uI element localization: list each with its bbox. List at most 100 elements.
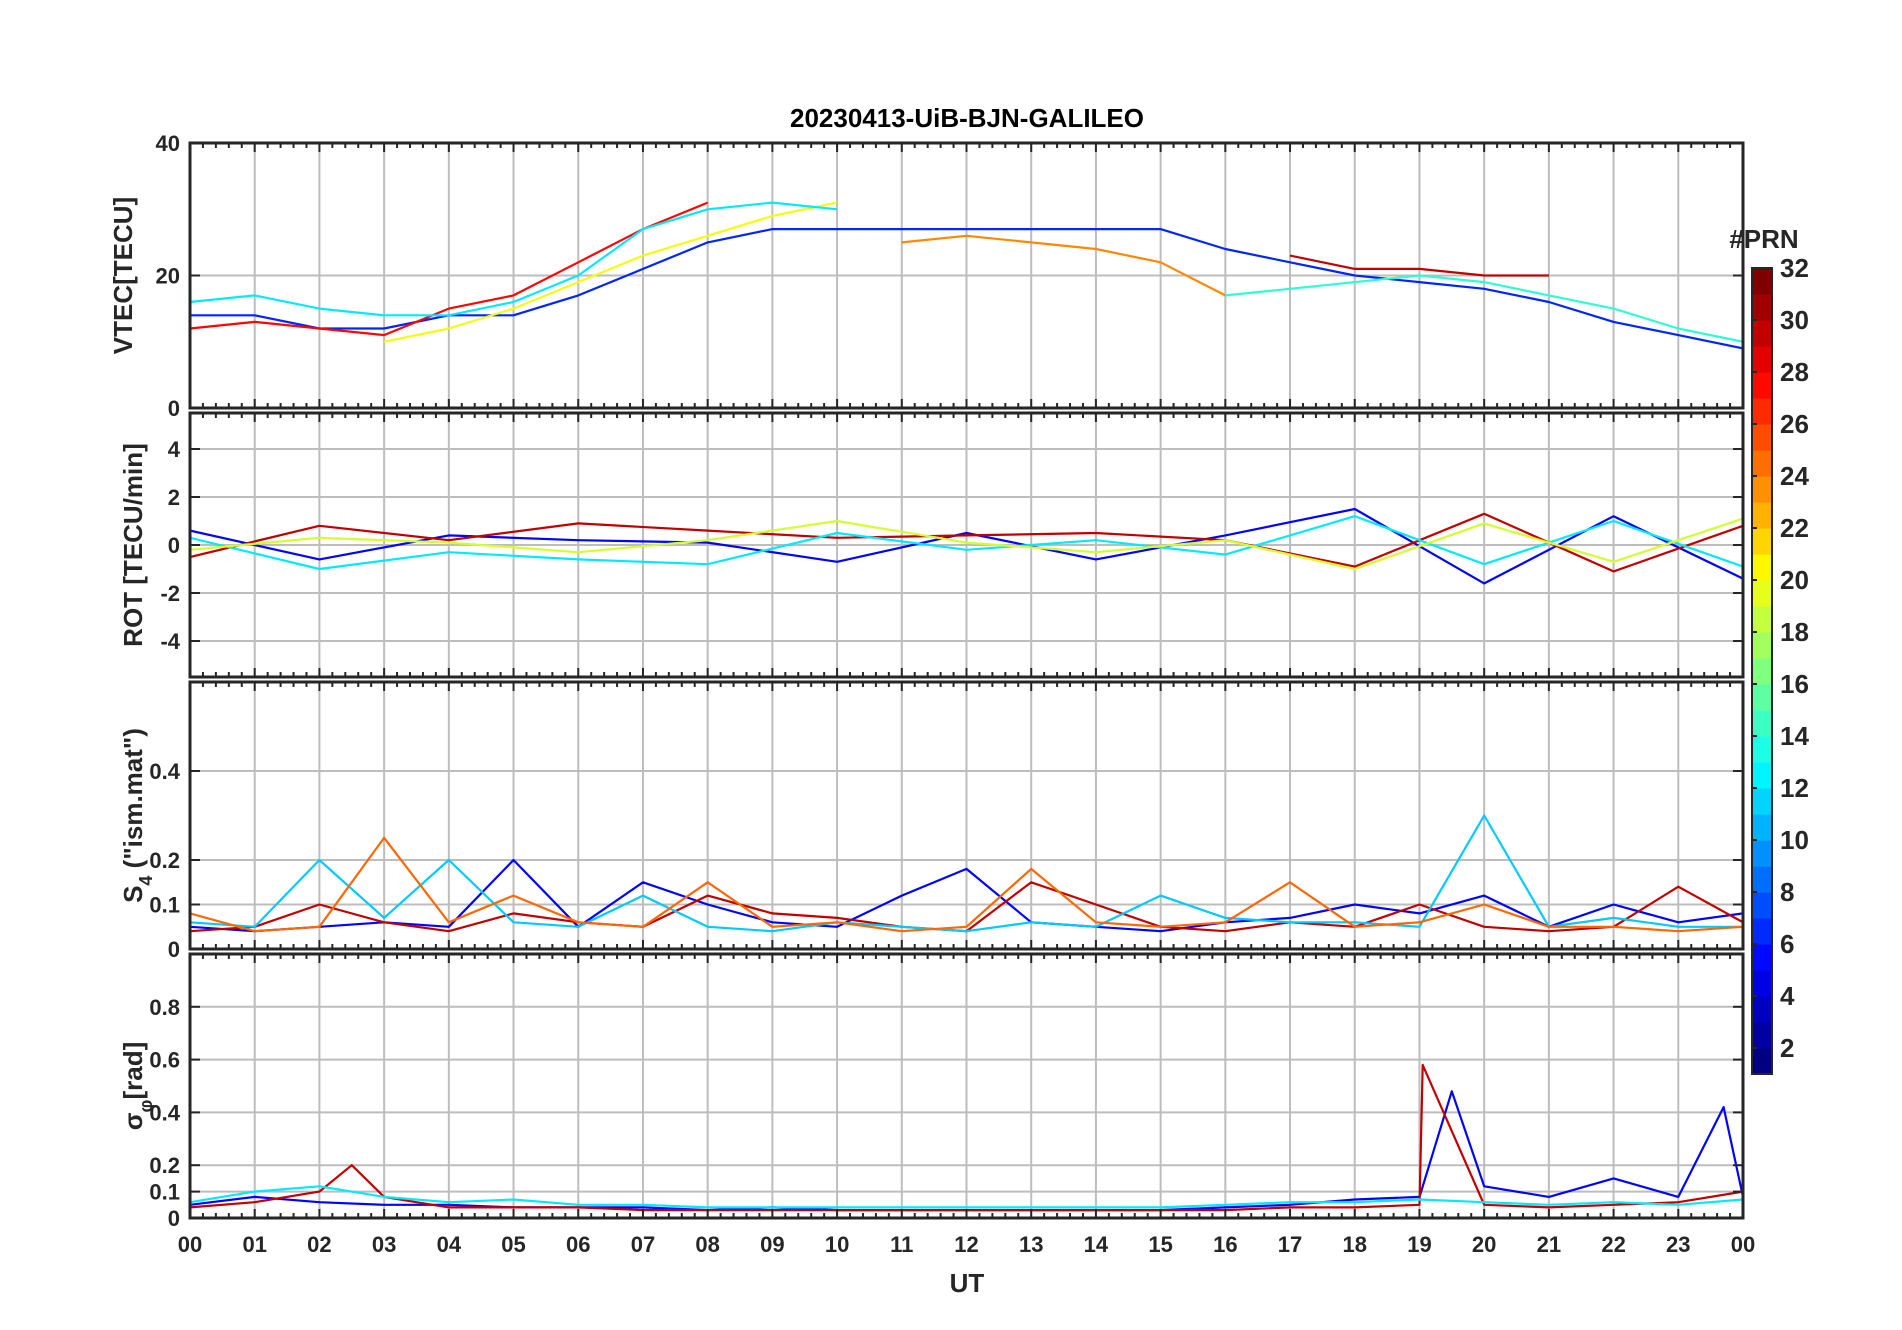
colorbar-tick-label: 22 [1780, 513, 1809, 543]
colorbar-tick-label: 24 [1780, 461, 1809, 491]
series-line-prn-20 [383, 201, 838, 343]
colorbar-segment [1752, 788, 1772, 815]
colorbar-segment [1752, 840, 1772, 867]
y-tick-label: 0 [168, 937, 180, 962]
x-tick-label: 21 [1537, 1232, 1561, 1257]
colorbar-segment [1752, 814, 1772, 841]
colorbar-segment [1752, 996, 1772, 1023]
colorbar-segment [1752, 424, 1772, 451]
colorbar-segment [1752, 1022, 1772, 1049]
y-axis-label: S4 ("ism.mat") [118, 728, 156, 903]
colorbar-segment [1752, 866, 1772, 893]
colorbar-segment [1752, 372, 1772, 399]
colorbar: #PRN2468101214161820222426283032 [1729, 224, 1809, 1075]
x-tick-label: 00 [1731, 1232, 1755, 1257]
x-tick-label: 09 [760, 1232, 784, 1257]
colorbar-segment [1752, 892, 1772, 919]
x-tick-label: 20 [1472, 1232, 1496, 1257]
colorbar-tick-label: 4 [1780, 981, 1795, 1011]
series-line-prn-24 [901, 234, 1226, 297]
y-tick-label: 0.8 [149, 995, 180, 1020]
colorbar-segment [1752, 1048, 1772, 1075]
x-tick-label: 10 [825, 1232, 849, 1257]
y-tick-label: 0 [168, 1206, 180, 1231]
colorbar-segment [1752, 346, 1772, 373]
panel-sigma: 00.10.20.40.60.8σφ[rad] [118, 952, 1745, 1231]
colorbar-segment [1752, 762, 1772, 789]
y-tick-label: 0 [168, 533, 180, 558]
x-tick-label: 16 [1213, 1232, 1237, 1257]
colorbar-segment [1752, 632, 1772, 659]
y-tick-label: 40 [156, 131, 180, 156]
y-axis-label-main: σ [118, 1112, 148, 1130]
colorbar-tick-label: 26 [1780, 409, 1809, 439]
colorbar-segment [1752, 736, 1772, 763]
colorbar-segment [1752, 970, 1772, 997]
x-tick-label: 18 [1343, 1232, 1367, 1257]
x-tick-label: 14 [1084, 1232, 1109, 1257]
x-tick-label: 05 [501, 1232, 525, 1257]
colorbar-tick-label: 20 [1780, 565, 1809, 595]
x-tick-label: 23 [1666, 1232, 1690, 1257]
colorbar-segment [1752, 658, 1772, 685]
x-tick-label: 07 [631, 1232, 655, 1257]
colorbar-segment [1752, 398, 1772, 425]
colorbar-segment [1752, 684, 1772, 711]
colorbar-tick-label: 30 [1780, 305, 1809, 335]
x-tick-label: 01 [242, 1232, 266, 1257]
y-tick-label: 0 [168, 396, 180, 421]
x-tick-label: 03 [372, 1232, 396, 1257]
colorbar-segment [1752, 944, 1772, 971]
y-tick-label: 0.6 [149, 1048, 180, 1073]
y-axis-label-rest: [rad] [118, 1042, 148, 1100]
colorbar-tick-label: 10 [1780, 825, 1809, 855]
colorbar-segment [1752, 502, 1772, 529]
figure: 20230413-UiB-BJN-GALILEO 02040VTEC[TECU]… [108, 103, 1809, 1298]
colorbar-tick-label: 32 [1780, 253, 1809, 283]
colorbar-segment [1752, 554, 1772, 581]
y-tick-label: 0.2 [149, 1153, 180, 1178]
colorbar-segment [1752, 320, 1772, 347]
colorbar-tick-label: 8 [1780, 877, 1794, 907]
x-tick-label: 13 [1019, 1232, 1043, 1257]
colorbar-tick-label: 18 [1780, 617, 1809, 647]
x-tick-label: 12 [954, 1232, 978, 1257]
x-tick-label: 02 [307, 1232, 331, 1257]
y-axis-label-rest: ("ism.mat") [118, 728, 148, 875]
panel-vtec: 0 20 40 VTEC[TECU] [108, 131, 1745, 421]
x-tick-label: 17 [1278, 1232, 1302, 1257]
colorbar-tick-label: 2 [1780, 1033, 1794, 1063]
colorbar-tick-label: 6 [1780, 929, 1794, 959]
x-tick-label: 08 [695, 1232, 719, 1257]
panel-s4: 00.10.20.4S4 ("ism.mat") [118, 680, 1745, 962]
x-tick-label: 15 [1148, 1232, 1172, 1257]
y-tick-label: -2 [160, 581, 180, 606]
colorbar-segment [1752, 606, 1772, 633]
colorbar-tick-label: 12 [1780, 773, 1809, 803]
colorbar-tick-label: 28 [1780, 357, 1809, 387]
colorbar-segment [1752, 294, 1772, 321]
colorbar-segment [1752, 476, 1772, 503]
colorbar-tick-label: 14 [1780, 721, 1809, 751]
colorbar-segment [1752, 268, 1772, 295]
y-tick-label: 0.4 [149, 759, 180, 784]
y-tick-label: 0.1 [149, 893, 180, 918]
colorbar-segment [1752, 918, 1772, 945]
x-tick-label: 06 [566, 1232, 590, 1257]
x-tick-label: 19 [1407, 1232, 1431, 1257]
y-tick-label: 4 [168, 437, 181, 462]
x-tick-label: 22 [1601, 1232, 1625, 1257]
y-axis-label: ROT [TECU/min] [118, 443, 148, 647]
y-axis-label-subscript: 4 [136, 876, 156, 886]
colorbar-segment [1752, 710, 1772, 737]
panel-rot: -4 -2 0 2 4 ROT [TECU/min] [118, 411, 1745, 679]
y-axis-label: VTEC[TECU] [108, 197, 138, 354]
colorbar-label: #PRN [1729, 224, 1798, 254]
chart-title: 20230413-UiB-BJN-GALILEO [790, 103, 1144, 133]
x-tick-label: 00 [178, 1232, 202, 1257]
y-axis-label-subscript: φ [136, 1099, 156, 1112]
colorbar-segment [1752, 580, 1772, 607]
x-axis-label: UT [950, 1268, 985, 1298]
y-tick-label: 0.1 [149, 1180, 180, 1205]
y-tick-label: 20 [156, 264, 180, 289]
